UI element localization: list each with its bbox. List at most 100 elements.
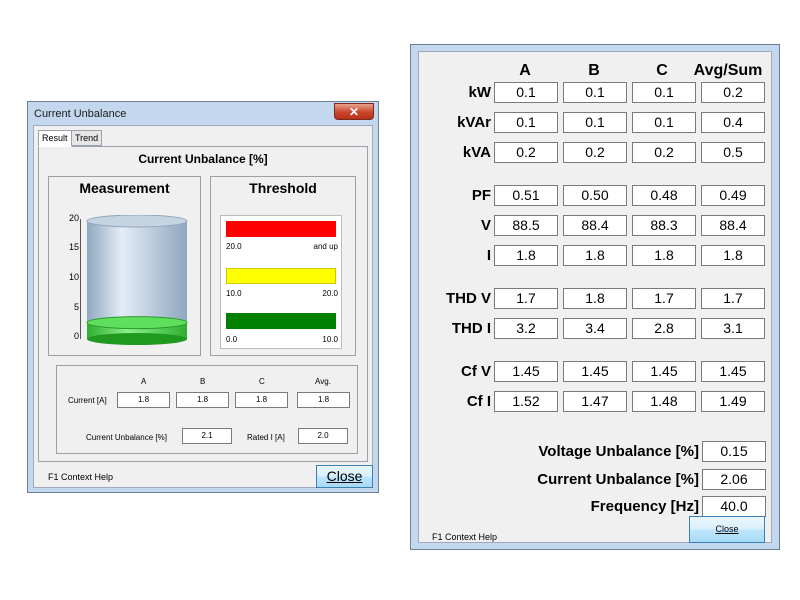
band-yellow-low: 10.0 [226, 289, 242, 298]
close-button-label: Close [715, 524, 739, 534]
value-field[interactable]: 1.45 [632, 361, 696, 382]
row-label: THD V [446, 290, 491, 307]
value-field[interactable]: 0.1 [494, 112, 558, 133]
value-field[interactable]: 0.1 [632, 112, 696, 133]
row-label: kW [468, 84, 492, 101]
value-field[interactable]: 2.8 [632, 318, 696, 339]
rated-label: Rated I [A] [247, 433, 285, 442]
panel-title: Current Unbalance [%] [138, 152, 268, 166]
axis-tick: 10 [68, 272, 79, 282]
row-label: Cf V [461, 363, 491, 380]
current-avg-field[interactable]: 1.8 [297, 392, 350, 408]
current-unbalance-window: Current Unbalance ✕ Result Trend Current… [27, 101, 379, 493]
value-field[interactable]: 1.8 [494, 245, 558, 266]
value-field[interactable]: 1.8 [632, 245, 696, 266]
col-header-c: C [259, 377, 265, 386]
window-title: Current Unbalance [34, 108, 127, 120]
threshold-band-yellow [226, 268, 336, 284]
value-field[interactable]: 0.4 [701, 112, 765, 133]
value-field[interactable]: 1.49 [701, 391, 765, 412]
current-unbalance-label: Current Unbalance [%] [537, 471, 699, 488]
value-field[interactable]: 1.7 [632, 288, 696, 309]
liquid-bottom [87, 333, 187, 345]
band-green-low: 0.0 [226, 335, 238, 344]
row-label: V [480, 217, 491, 234]
close-icon[interactable]: ✕ [334, 103, 374, 120]
value-field[interactable]: 0.1 [632, 82, 696, 103]
voltage-unbalance-field[interactable]: 0.15 [702, 441, 766, 462]
value-field[interactable]: 0.2 [563, 142, 627, 163]
value-field[interactable]: 0.48 [632, 185, 696, 206]
value-field[interactable]: 1.8 [563, 288, 627, 309]
tab-result[interactable]: Result [38, 130, 72, 147]
value-field[interactable]: 1.7 [494, 288, 558, 309]
axis-line [80, 219, 81, 339]
col-header-avg-sum: Avg/Sum [693, 62, 763, 79]
value-field[interactable]: 88.4 [701, 215, 765, 236]
unbalance-field[interactable]: 2.1 [182, 428, 232, 444]
value-field[interactable]: 1.8 [563, 245, 627, 266]
row-label: kVAr [457, 114, 491, 131]
value-field[interactable]: 1.48 [632, 391, 696, 412]
value-field[interactable]: 88.4 [563, 215, 627, 236]
value-field[interactable]: 88.3 [632, 215, 696, 236]
value-field[interactable]: 0.1 [563, 112, 627, 133]
threshold-band-red [226, 221, 336, 237]
value-field[interactable]: 1.7 [701, 288, 765, 309]
axis-tick: 0 [73, 331, 79, 341]
value-field[interactable]: 1.45 [494, 361, 558, 382]
band-green-high: 10.0 [322, 335, 338, 344]
value-field[interactable]: 3.2 [494, 318, 558, 339]
close-button[interactable]: Close [689, 516, 765, 543]
value-field[interactable]: 88.5 [494, 215, 558, 236]
col-header-b: B [200, 377, 206, 386]
value-field[interactable]: 1.45 [701, 361, 765, 382]
value-field[interactable]: 3.4 [563, 318, 627, 339]
measurement-heading: Measurement [79, 180, 170, 196]
values-box: A B C Avg. Current [A] 1.8 1.8 1.8 1.8 C… [56, 365, 358, 454]
frequency-field[interactable]: 40.0 [702, 496, 766, 517]
col-header-avg: Avg. [315, 377, 331, 386]
status-bar-text: F1 Context Help [48, 472, 114, 482]
row-label: THD I [451, 320, 491, 337]
value-field[interactable]: 1.52 [494, 391, 558, 412]
current-b-field[interactable]: 1.8 [176, 392, 229, 408]
current-c-field[interactable]: 1.8 [235, 392, 288, 408]
title-bar[interactable]: Current Unbalance ✕ [28, 102, 378, 125]
value-field[interactable]: 0.1 [563, 82, 627, 103]
col-header-a: A [141, 377, 147, 386]
col-header-a: A [519, 62, 531, 79]
value-field[interactable]: 0.2 [701, 82, 765, 103]
axis-tick: 5 [73, 302, 79, 312]
value-field[interactable]: 1.47 [563, 391, 627, 412]
band-red-high: and up [313, 242, 338, 251]
value-field[interactable]: 0.2 [494, 142, 558, 163]
current-unbalance-field[interactable]: 2.06 [702, 469, 766, 490]
value-field[interactable]: 0.5 [701, 142, 765, 163]
power-dialog-client: A B C Avg/Sum kW 0.1 0.1 0.1 0.2 kVAr 0.1 0.1 0.… [418, 51, 772, 543]
threshold-heading: Threshold [249, 180, 317, 196]
value-field[interactable]: 0.49 [701, 185, 765, 206]
close-button-label: Close [326, 468, 363, 484]
row-label: kVA [462, 144, 491, 161]
value-field[interactable]: 3.1 [701, 318, 765, 339]
status-bar-text: F1 Context Help [432, 532, 498, 542]
rated-field[interactable]: 2.0 [298, 428, 348, 444]
value-field[interactable]: 0.50 [563, 185, 627, 206]
axis-tick: 20 [68, 213, 79, 223]
value-field[interactable]: 0.1 [494, 82, 558, 103]
unbalance-label: Current Unbalance [%] [86, 433, 167, 442]
value-field[interactable]: 1.45 [563, 361, 627, 382]
current-a-field[interactable]: 1.8 [117, 392, 170, 408]
current-label: Current [A] [68, 396, 107, 405]
close-button[interactable]: Close [316, 465, 373, 488]
tab-trend[interactable]: Trend [71, 130, 103, 146]
threshold-band-green [226, 313, 336, 329]
value-field[interactable]: 1.8 [701, 245, 765, 266]
measurement-axis: 20 15 10 5 0 [49, 213, 79, 341]
col-header-c: C [656, 62, 668, 79]
liquid-level [86, 316, 188, 330]
value-field[interactable]: 0.2 [632, 142, 696, 163]
col-header-b: B [588, 62, 600, 79]
value-field[interactable]: 0.51 [494, 185, 558, 206]
